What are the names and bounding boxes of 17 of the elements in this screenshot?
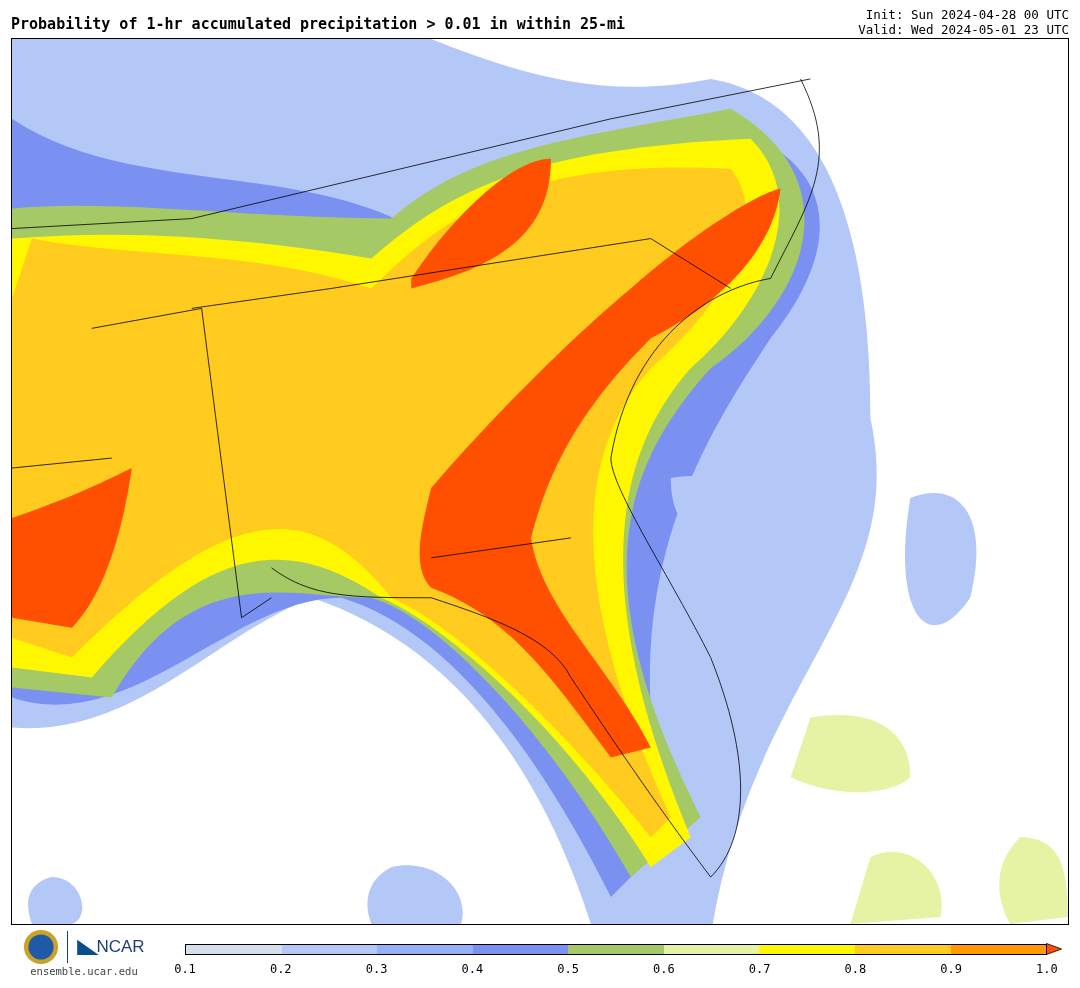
- tick-label: 0.2: [268, 962, 293, 976]
- chart-title: Probability of 1-hr accumulated precipitation > 0.01 in within 25-mi: [11, 15, 626, 35]
- tick-label: 0.5: [556, 962, 580, 976]
- tick-label: 1.0: [1035, 962, 1059, 976]
- init-time: Init: Sun 2024-04-28 00 UTC: [864, 7, 1069, 22]
- valid-time: Valid: Wed 2024-05-01 23 UTC: [858, 22, 1069, 37]
- tick-label: 0.6: [652, 962, 676, 976]
- tick-label: 0.3: [364, 962, 389, 976]
- tick-label: 0.9: [939, 962, 963, 976]
- site-link[interactable]: ensemble.ucar.edu: [30, 965, 138, 977]
- seal-logo-icon: [23, 929, 60, 965]
- tick-label: 0.8: [843, 962, 868, 976]
- extend-arrow-icon: [1046, 943, 1062, 955]
- tick-label: 0.1: [173, 962, 197, 976]
- tick-label: 0.7: [747, 962, 772, 976]
- tick-label: 0.4: [460, 962, 485, 976]
- org-name: NCAR: [96, 937, 145, 957]
